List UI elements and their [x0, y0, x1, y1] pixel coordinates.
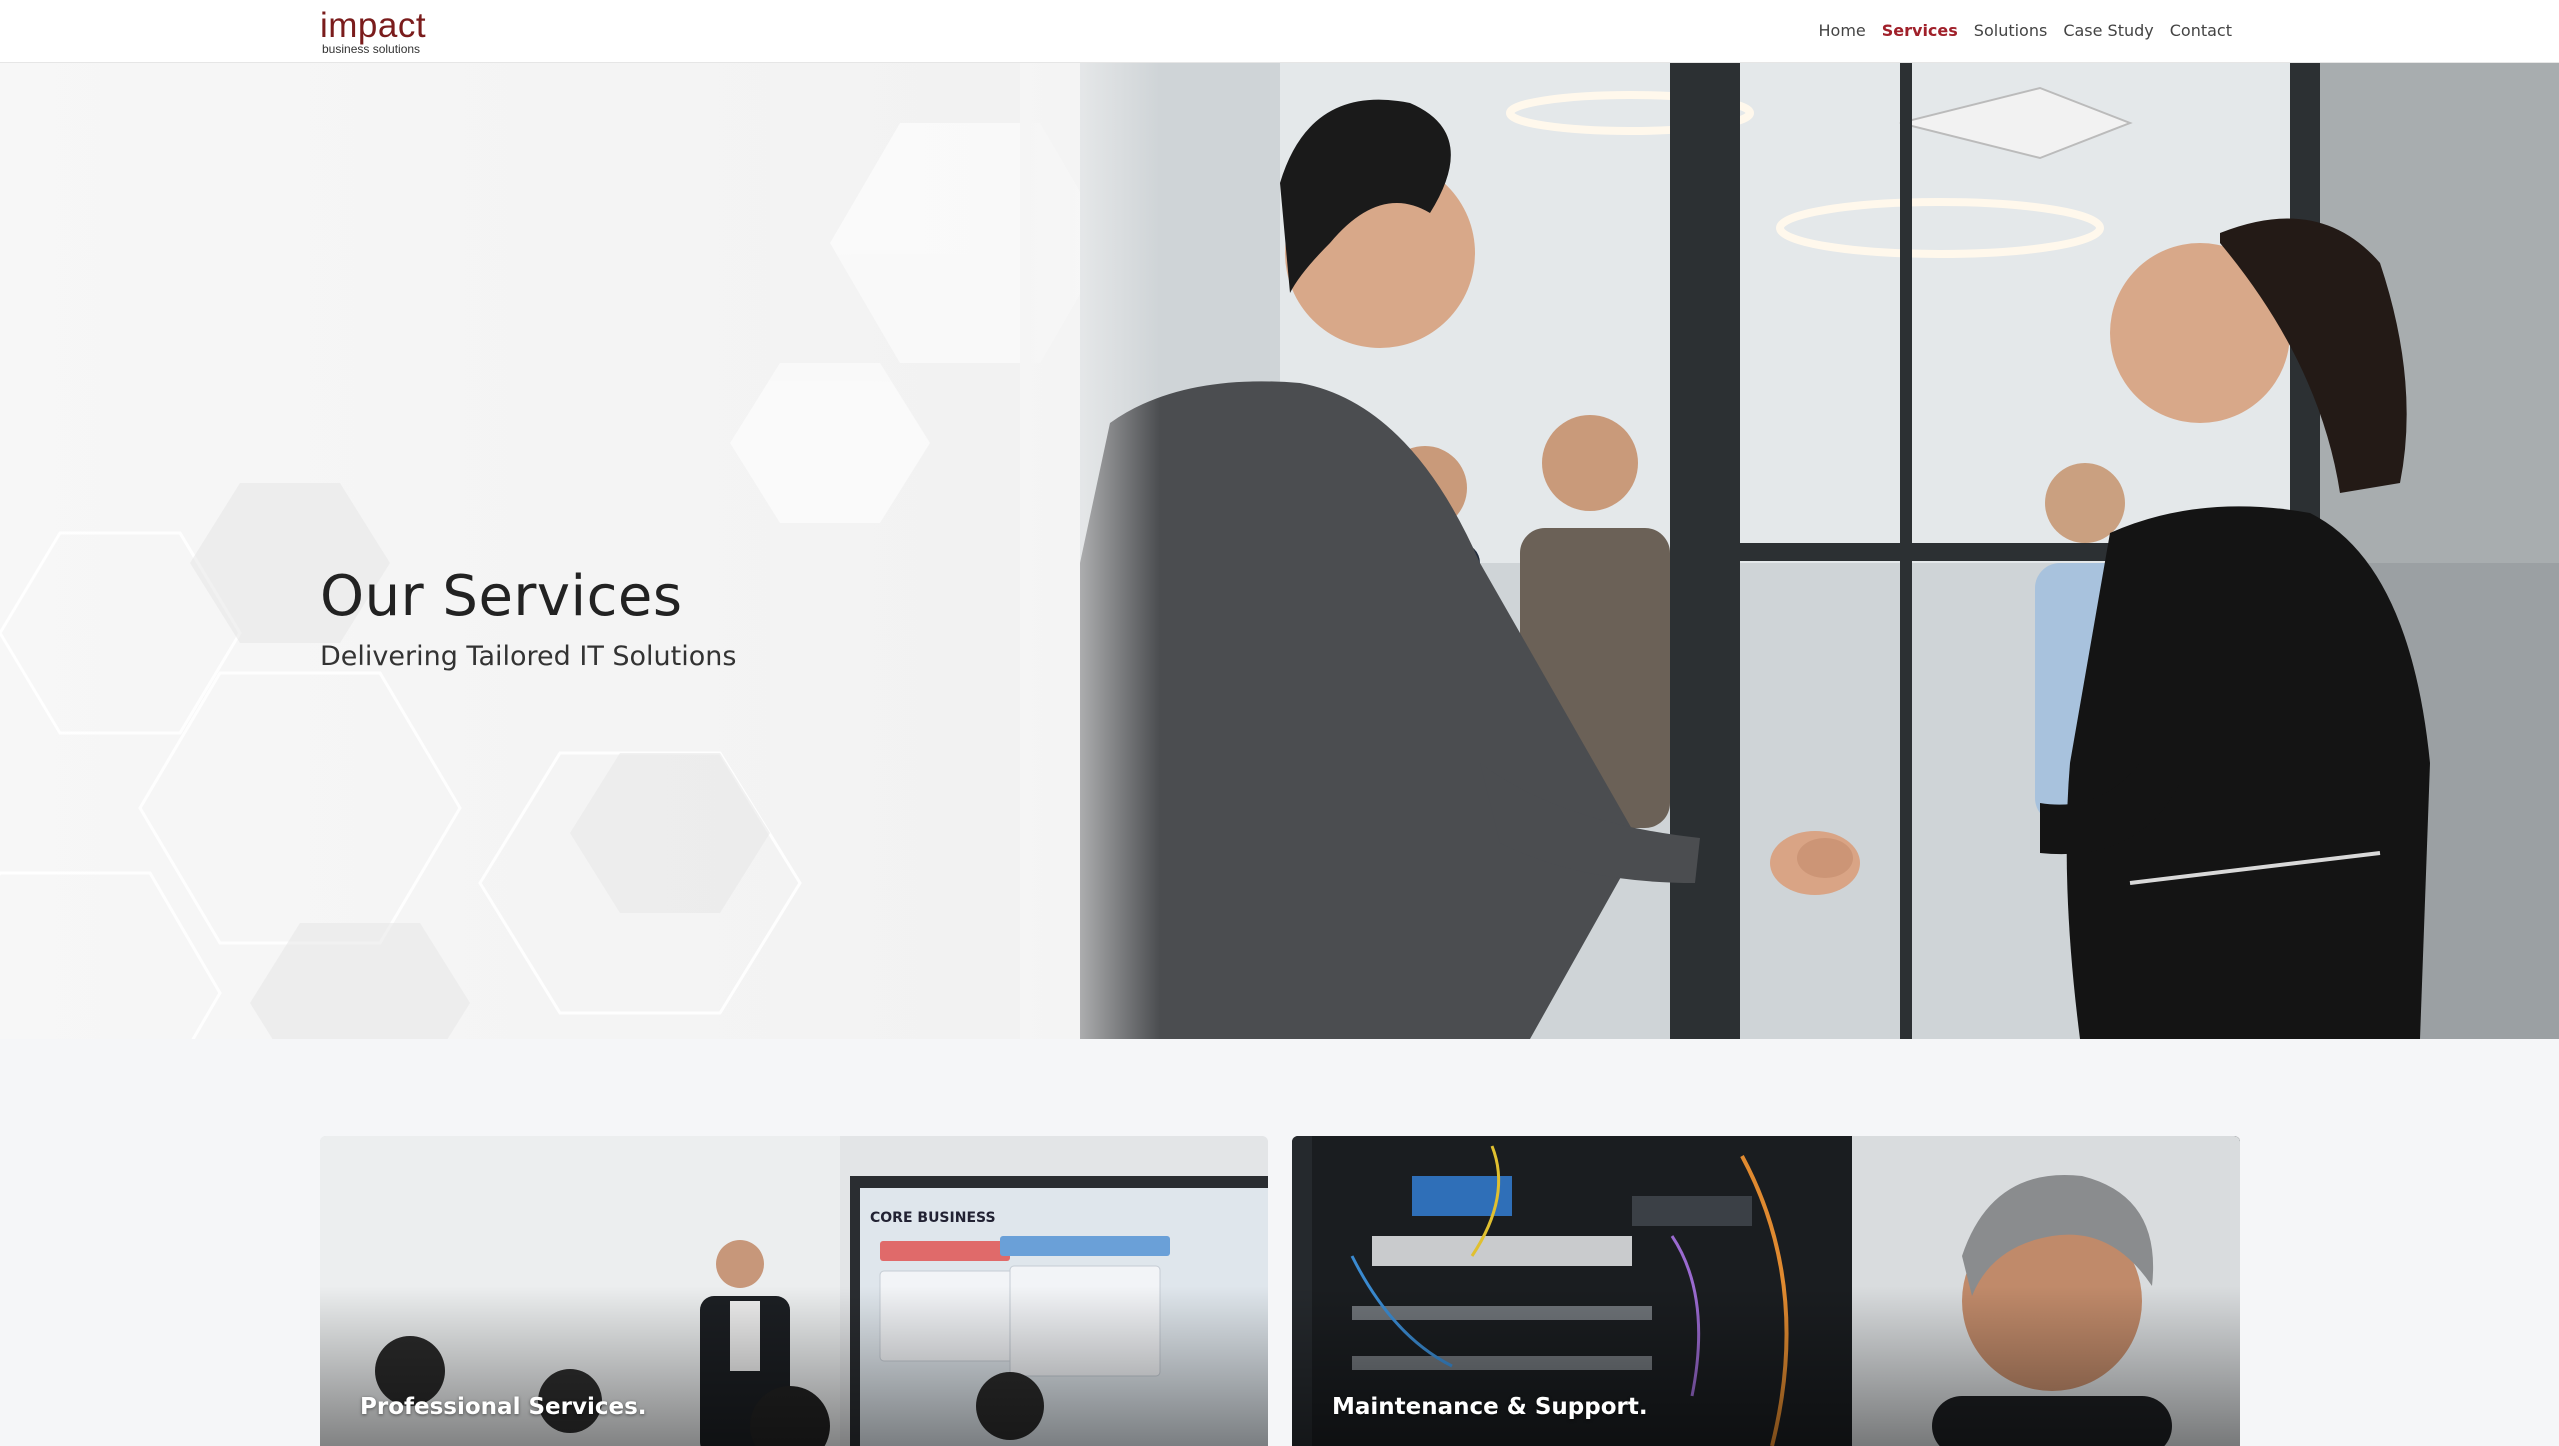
screen-heading: CORE BUSINESS [870, 1210, 996, 1226]
service-card-professional[interactable]: CORE BUSINESS Professional Services. [320, 1136, 1268, 1446]
logo[interactable]: impact business solutions [320, 6, 427, 56]
nav-case-study[interactable]: Case Study [2063, 21, 2153, 40]
hero-banner: Our Services Delivering Tailored IT Solu… [0, 63, 2559, 1039]
logo-wordmark: impact [320, 6, 427, 45]
hero-photo-fade [1020, 63, 1160, 1039]
nav-home[interactable]: Home [1819, 21, 1866, 40]
card-title-professional: Professional Services. [360, 1394, 647, 1420]
handshake-illustration [1080, 63, 2559, 1039]
card-gradient-overlay [1292, 1286, 2240, 1446]
nav-solutions[interactable]: Solutions [1974, 21, 2048, 40]
logo-tagline: business solutions [322, 42, 421, 56]
nav-services[interactable]: Services [1882, 21, 1958, 40]
main-nav: Home Services Solutions Case Study Conta… [1819, 21, 2233, 40]
page-title: Our Services [320, 564, 683, 629]
hero-photo-handshake [1080, 63, 2559, 1039]
navbar: impact business solutions Home Services … [0, 0, 2559, 63]
page-subtitle: Delivering Tailored IT Solutions [320, 641, 737, 672]
service-card-maintenance[interactable]: Maintenance & Support. [1292, 1136, 2240, 1446]
card-title-maintenance: Maintenance & Support. [1332, 1394, 1648, 1420]
nav-contact[interactable]: Contact [2170, 21, 2232, 40]
card-gradient-overlay [320, 1286, 1268, 1446]
